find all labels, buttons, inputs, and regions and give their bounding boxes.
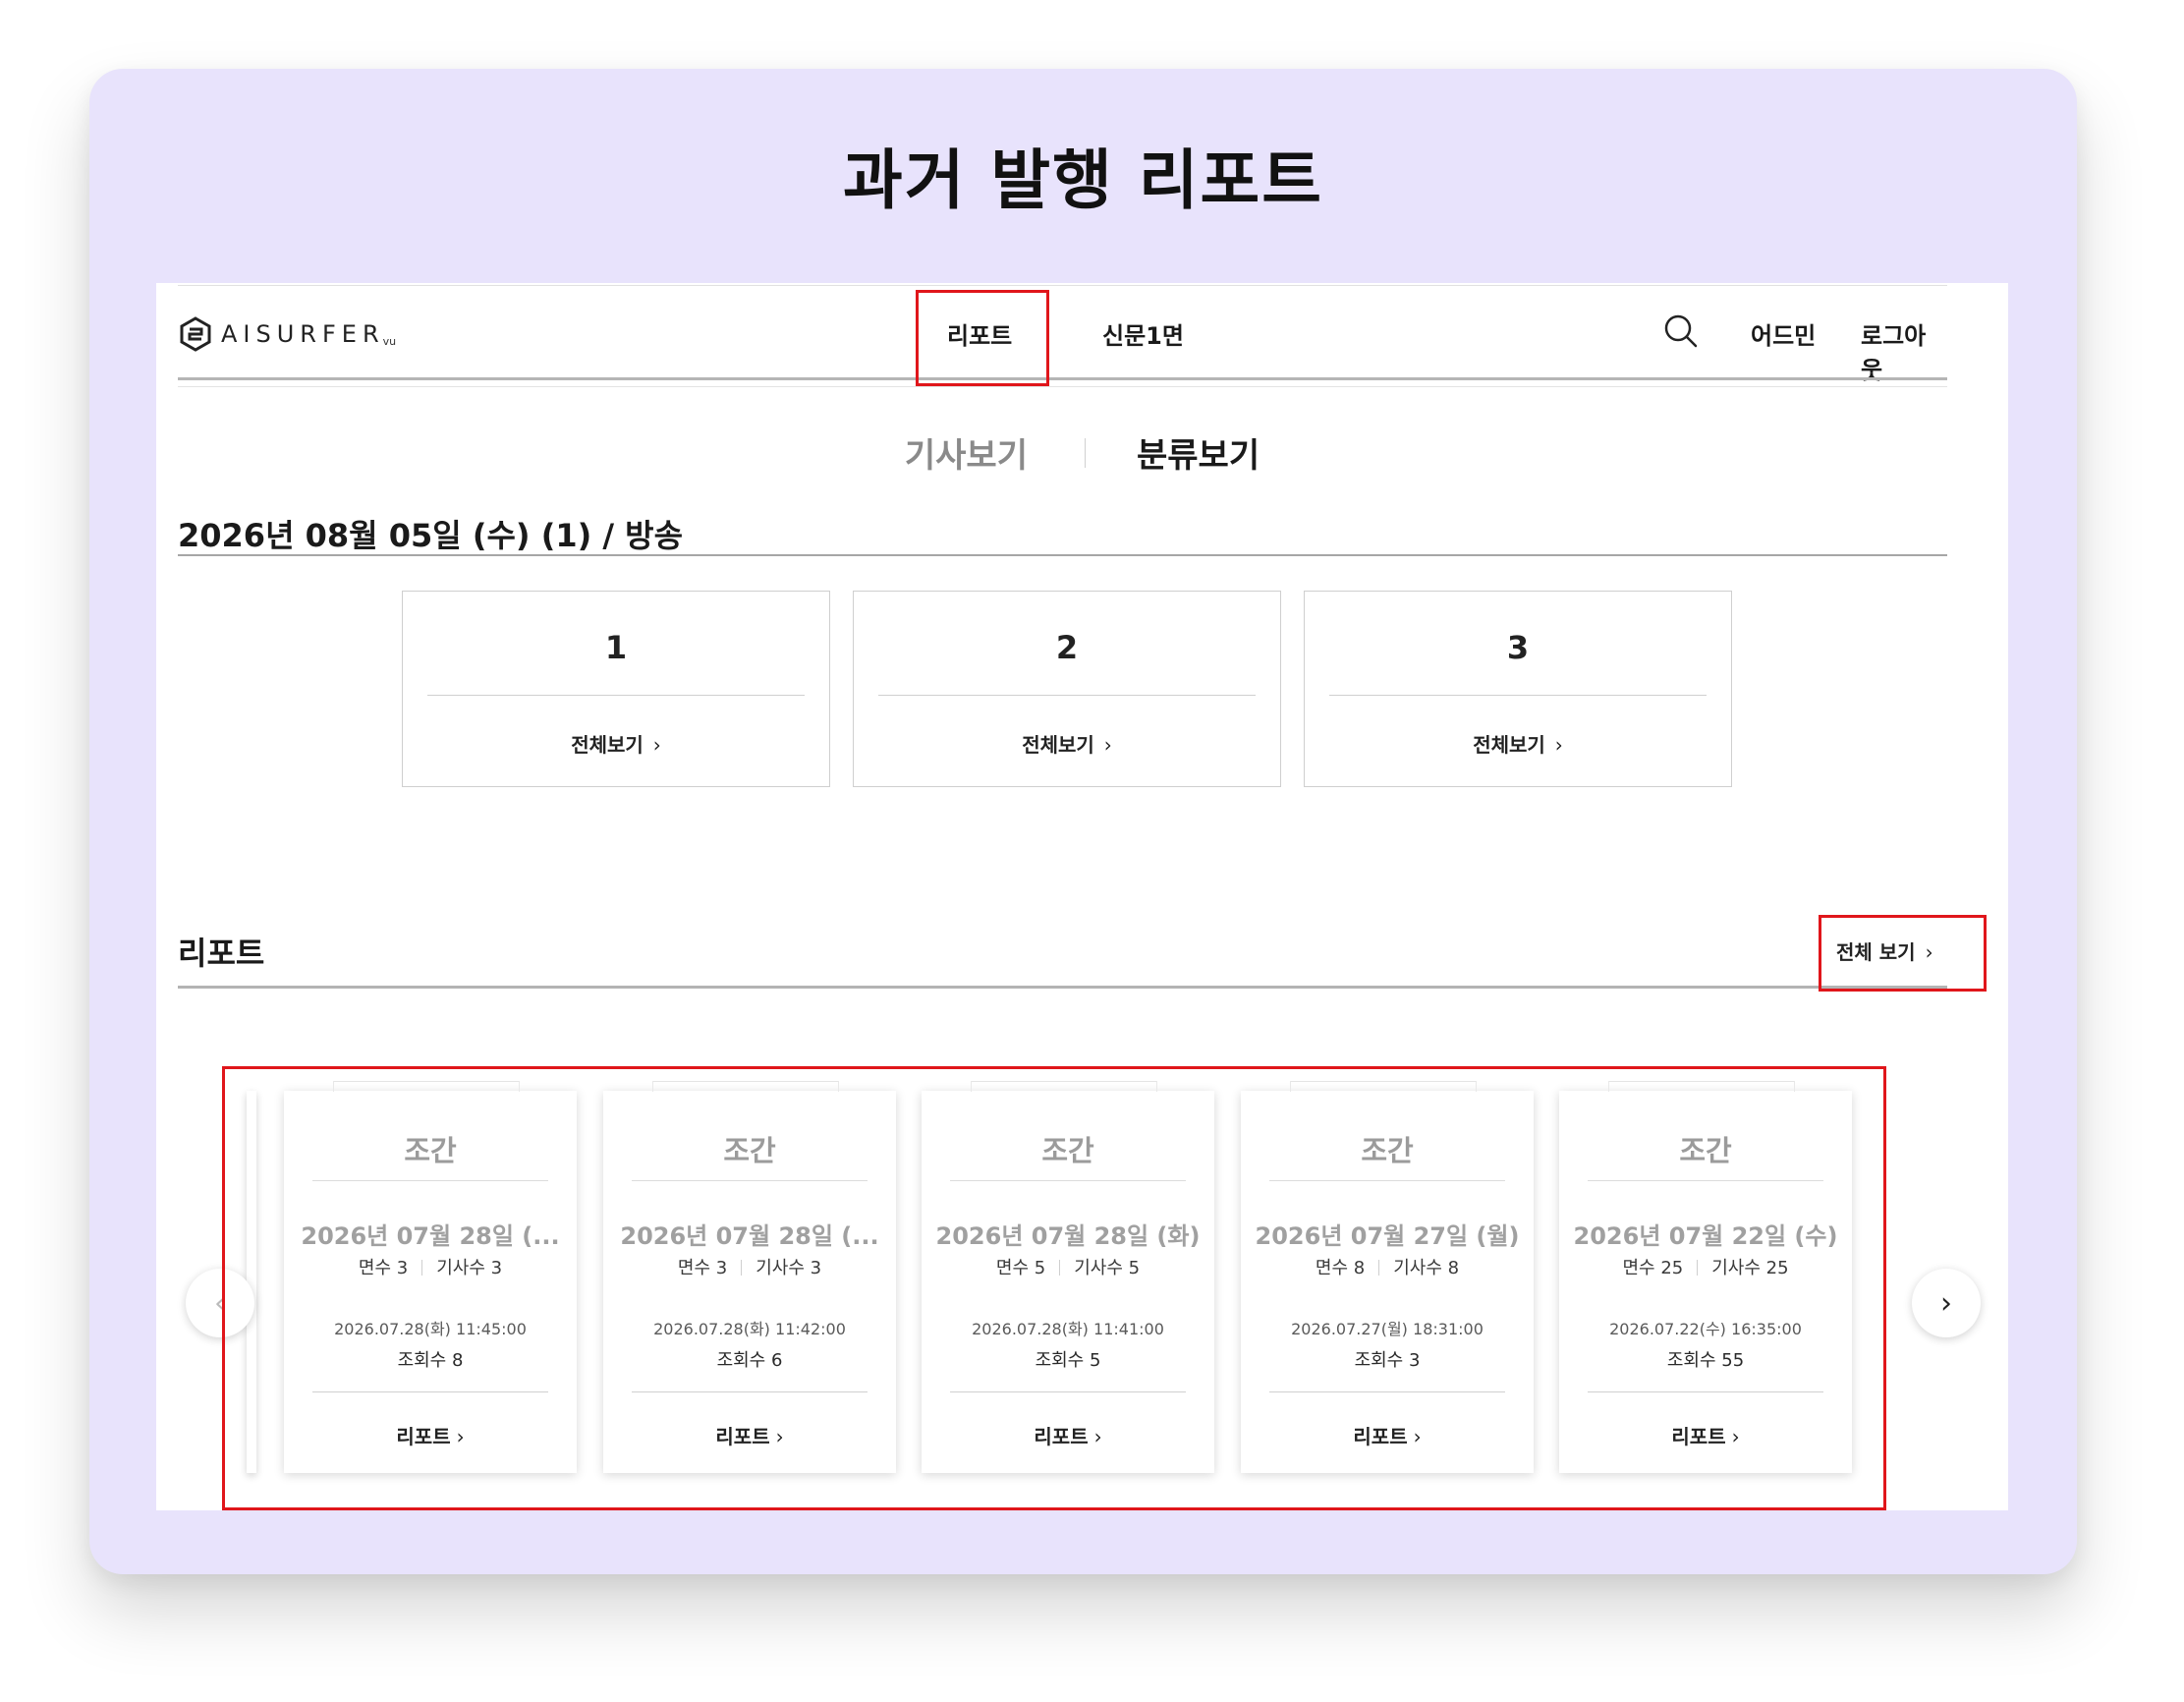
logo-sub: vu — [382, 334, 397, 348]
tab-article-view[interactable]: 기사보기 — [905, 428, 1028, 477]
view-all-link[interactable]: 전체보기 › — [854, 729, 1280, 758]
tab-separator — [1085, 437, 1086, 468]
view-all-label: 전체보기 — [571, 733, 644, 757]
nav-logout[interactable]: 로그아웃 — [1861, 316, 1947, 385]
view-all-label: 전체보기 — [1022, 733, 1094, 757]
page-number: 3 — [1506, 629, 1530, 666]
reports-divider — [178, 986, 1947, 989]
aisurfer-logo-icon — [180, 316, 211, 352]
box-divider — [878, 695, 1256, 696]
frame-title: 과거 발행 리포트 — [843, 142, 1323, 218]
carousel-next-button[interactable]: › — [1912, 1269, 1981, 1337]
header-divider-thin — [178, 386, 1947, 387]
highlight-box-view-all — [1819, 915, 1987, 992]
page-box: 1 전체보기 › — [402, 591, 830, 787]
view-tabs: 기사보기 분류보기 — [156, 428, 2008, 477]
logo-text: AISURFER — [221, 320, 385, 348]
tab-classification-view[interactable]: 분류보기 — [1137, 428, 1260, 477]
reports-heading: 리포트 — [178, 935, 265, 972]
app-screen: AISURFER vu 리포트 신문1면 어드민 로그아웃 기사보기 분류보기 … — [156, 283, 2008, 1510]
chevron-right-icon: › — [1940, 1285, 1952, 1321]
search-icon — [1664, 314, 1698, 348]
chevron-right-icon: › — [1554, 733, 1563, 757]
nav-admin[interactable]: 어드민 — [1751, 316, 1816, 351]
page-number: 1 — [604, 629, 628, 666]
highlight-box-cards — [222, 1066, 1886, 1510]
header-divider — [178, 377, 1947, 380]
search-button[interactable] — [1661, 312, 1701, 351]
edition-date-heading: 2026년 08월 05일 (수) (1) / 방송 — [178, 517, 684, 554]
view-all-link[interactable]: 전체보기 › — [1305, 729, 1731, 758]
edition-divider — [178, 554, 1947, 556]
chevron-right-icon: › — [652, 733, 661, 757]
page-box: 3 전체보기 › — [1304, 591, 1732, 787]
box-divider — [1329, 695, 1707, 696]
top-header: AISURFER vu 리포트 신문1면 어드민 로그아웃 — [178, 287, 1947, 384]
view-all-link[interactable]: 전체보기 › — [403, 729, 829, 758]
top-divider — [178, 285, 1947, 286]
page-box: 2 전체보기 › — [853, 591, 1281, 787]
view-all-label: 전체보기 — [1473, 733, 1545, 757]
chevron-right-icon: › — [1103, 733, 1112, 757]
box-divider — [427, 695, 805, 696]
page-number: 2 — [1055, 629, 1079, 666]
logo[interactable]: AISURFER vu — [178, 316, 396, 352]
nav-news-front-page[interactable]: 신문1면 — [1102, 316, 1184, 351]
highlight-box-nav — [916, 290, 1049, 386]
